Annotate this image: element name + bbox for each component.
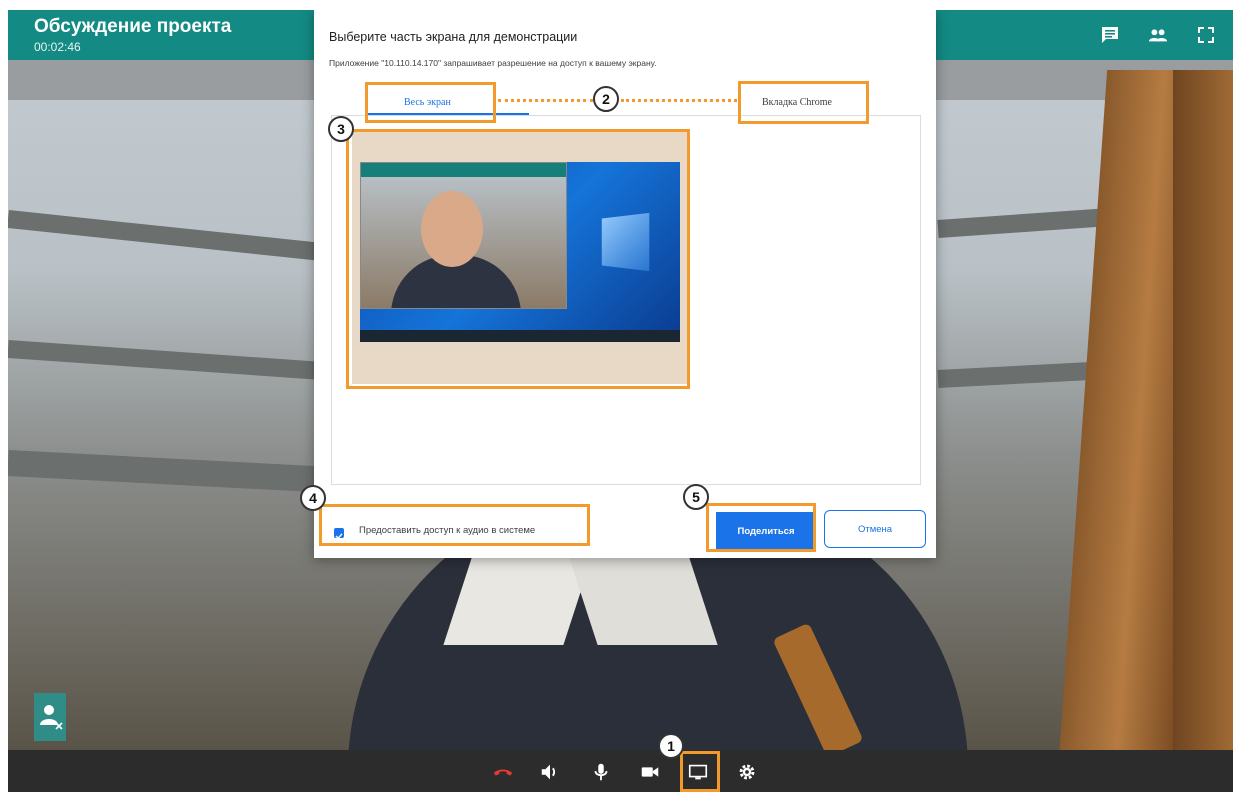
settings-icon[interactable] [736, 761, 758, 783]
annotation-connector [498, 99, 593, 102]
annotation-badge-1: 1 [658, 733, 684, 759]
wooden-beam [1173, 70, 1233, 750]
annotation-badge-2: 2 [593, 86, 619, 112]
highlight-screen-share-button [680, 751, 720, 792]
call-toolbar [8, 750, 1233, 792]
chat-icon[interactable] [1100, 25, 1120, 45]
highlight-screen-thumbnail [346, 129, 690, 389]
hidden-self-view-icon [40, 705, 63, 730]
hangup-icon[interactable] [492, 761, 514, 783]
annotation-badge-3: 3 [328, 116, 354, 142]
participants-icon[interactable] [1148, 25, 1168, 45]
cancel-button[interactable]: Отмена [824, 510, 926, 548]
highlight-audio-checkbox [319, 504, 590, 546]
camera-icon[interactable] [639, 761, 661, 783]
microphone-icon[interactable] [590, 761, 612, 783]
dialog-title: Выберите часть экрана для демонстрации [329, 30, 578, 44]
volume-icon[interactable] [539, 761, 561, 783]
annotation-connector [621, 99, 737, 102]
highlight-share-button [706, 503, 816, 552]
dialog-subtitle: Приложение "10.110.14.170" запрашивает р… [329, 58, 657, 68]
annotation-badge-4: 4 [300, 485, 326, 511]
conference-title: Обсуждение проекта [34, 16, 232, 37]
fullscreen-icon[interactable] [1196, 25, 1216, 45]
self-view-toggle[interactable] [34, 693, 66, 741]
conference-timer: 00:02:46 [34, 40, 81, 54]
video-conference-app: Обсуждение проекта 00:02:46 Выберите час… [8, 10, 1233, 792]
highlight-entire-screen-tab [365, 82, 496, 123]
highlight-chrome-tab [738, 81, 869, 124]
annotation-badge-5: 5 [683, 484, 709, 510]
